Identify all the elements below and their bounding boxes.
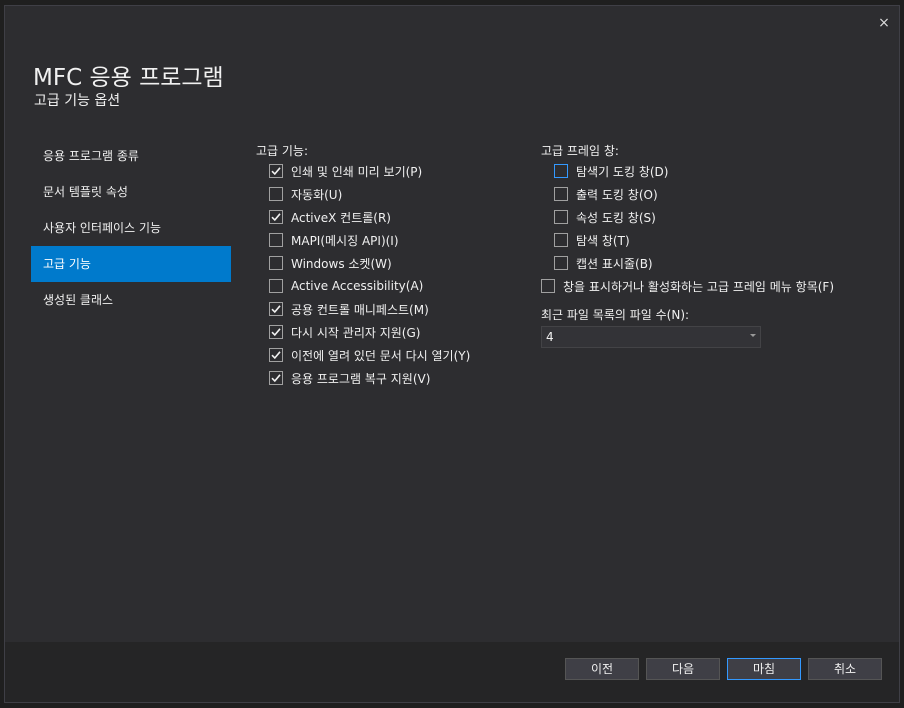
checkbox-label: 속성 도킹 창(S) (576, 210, 656, 225)
checkbox-print-preview[interactable]: 인쇄 및 인쇄 미리 보기(P) (269, 161, 422, 181)
previous-button[interactable]: 이전 (565, 658, 639, 680)
checkbox-box[interactable] (269, 233, 283, 247)
checkbox-reopen-documents[interactable]: 이전에 열려 있던 문서 다시 열기(Y) (269, 345, 470, 365)
checkbox-label: Windows 소켓(W) (291, 256, 392, 271)
checkbox-label: 응용 프로그램 복구 지원(V) (291, 371, 431, 386)
checkbox-box[interactable] (269, 371, 283, 385)
chevron-down-icon[interactable] (750, 334, 756, 337)
checkbox-box[interactable] (269, 302, 283, 316)
checkbox-label: 탐색 창(T) (576, 233, 630, 248)
cancel-button[interactable]: 취소 (808, 658, 882, 680)
checkbox-label: 캡션 표시줄(B) (576, 256, 653, 271)
checkbox-box[interactable] (269, 348, 283, 362)
close-icon[interactable]: × (875, 14, 893, 32)
nav-item-application-type[interactable]: 응용 프로그램 종류 (31, 138, 231, 174)
checkbox-label: 자동화(U) (291, 187, 343, 202)
dialog-subtitle: 고급 기능 옵션 (34, 93, 121, 109)
mru-count-value: 4 (546, 330, 554, 344)
checkbox-label: 창을 표시하거나 활성화하는 고급 프레임 메뉴 항목(F) (563, 279, 834, 294)
wizard-dialog: × MFC 응용 프로그램 고급 기능 옵션 응용 프로그램 종류 문서 템플릿… (4, 5, 900, 703)
checkbox-box[interactable] (269, 164, 283, 178)
checkbox-label: Active Accessibility(A) (291, 279, 424, 293)
checkbox-box[interactable] (269, 210, 283, 224)
checkbox-box[interactable] (269, 279, 283, 293)
checkbox-label: 공용 컨트롤 매니페스트(M) (291, 302, 429, 317)
checkbox-explorer-docking[interactable]: 탐색기 도킹 창(D) (554, 161, 668, 181)
finish-button[interactable]: 마침 (727, 658, 801, 680)
nav-item-generated-classes[interactable]: 생성된 클래스 (31, 282, 231, 318)
checkbox-label: 출력 도킹 창(O) (576, 187, 658, 202)
checkbox-properties-docking[interactable]: 속성 도킹 창(S) (554, 207, 656, 227)
checkbox-label: ActiveX 컨트롤(R) (291, 210, 391, 225)
checkbox-automation[interactable]: 자동화(U) (269, 184, 342, 204)
checkbox-box[interactable] (269, 256, 283, 270)
nav-item-document-template[interactable]: 문서 템플릿 속성 (31, 174, 231, 210)
checkbox-label: 이전에 열려 있던 문서 다시 열기(Y) (291, 348, 471, 363)
checkbox-activex-controls[interactable]: ActiveX 컨트롤(R) (269, 207, 391, 227)
checkbox-windows-sockets[interactable]: Windows 소켓(W) (269, 253, 392, 273)
dialog-footer: 이전 다음 마침 취소 (5, 642, 899, 702)
checkbox-label: 다시 시작 관리자 지원(G) (291, 325, 421, 340)
checkbox-label: 탐색기 도킹 창(D) (576, 164, 669, 179)
wizard-nav: 응용 프로그램 종류 문서 템플릿 속성 사용자 인터페이스 기능 고급 기능 … (31, 138, 231, 318)
checkbox-restart-manager[interactable]: 다시 시작 관리자 지원(G) (269, 322, 420, 342)
mru-count-select[interactable]: 4 (541, 326, 761, 348)
checkbox-box[interactable] (554, 233, 568, 247)
nav-item-advanced-features[interactable]: 고급 기능 (31, 246, 231, 282)
checkbox-box[interactable] (554, 164, 568, 178)
checkbox-frame-menu-items[interactable]: 창을 표시하거나 활성화하는 고급 프레임 메뉴 항목(F) (541, 276, 834, 296)
checkbox-label: MAPI(메시징 API)(I) (291, 233, 399, 248)
checkbox-box[interactable] (554, 187, 568, 201)
dialog-title: MFC 응용 프로그램 (33, 65, 224, 91)
checkbox-mapi[interactable]: MAPI(메시징 API)(I) (269, 230, 399, 250)
checkbox-active-accessibility[interactable]: Active Accessibility(A) (269, 276, 423, 296)
checkbox-caption-bar[interactable]: 캡션 표시줄(B) (554, 253, 653, 273)
checkbox-common-control-manifest[interactable]: 공용 컨트롤 매니페스트(M) (269, 299, 429, 319)
checkbox-application-recovery[interactable]: 응용 프로그램 복구 지원(V) (269, 368, 430, 388)
checkbox-box[interactable] (269, 187, 283, 201)
checkbox-box[interactable] (541, 279, 555, 293)
advanced-frame-label: 고급 프레임 창: (541, 144, 619, 158)
next-button[interactable]: 다음 (646, 658, 720, 680)
checkbox-label: 인쇄 및 인쇄 미리 보기(P) (291, 164, 423, 179)
checkbox-output-docking[interactable]: 출력 도킹 창(O) (554, 184, 658, 204)
checkbox-box[interactable] (554, 256, 568, 270)
checkbox-box[interactable] (269, 325, 283, 339)
checkbox-box[interactable] (554, 210, 568, 224)
mru-count-label: 최근 파일 목록의 파일 수(N): (541, 308, 690, 322)
advanced-features-label: 고급 기능: (256, 144, 309, 158)
nav-item-ui-features[interactable]: 사용자 인터페이스 기능 (31, 210, 231, 246)
checkbox-navigation-pane[interactable]: 탐색 창(T) (554, 230, 630, 250)
